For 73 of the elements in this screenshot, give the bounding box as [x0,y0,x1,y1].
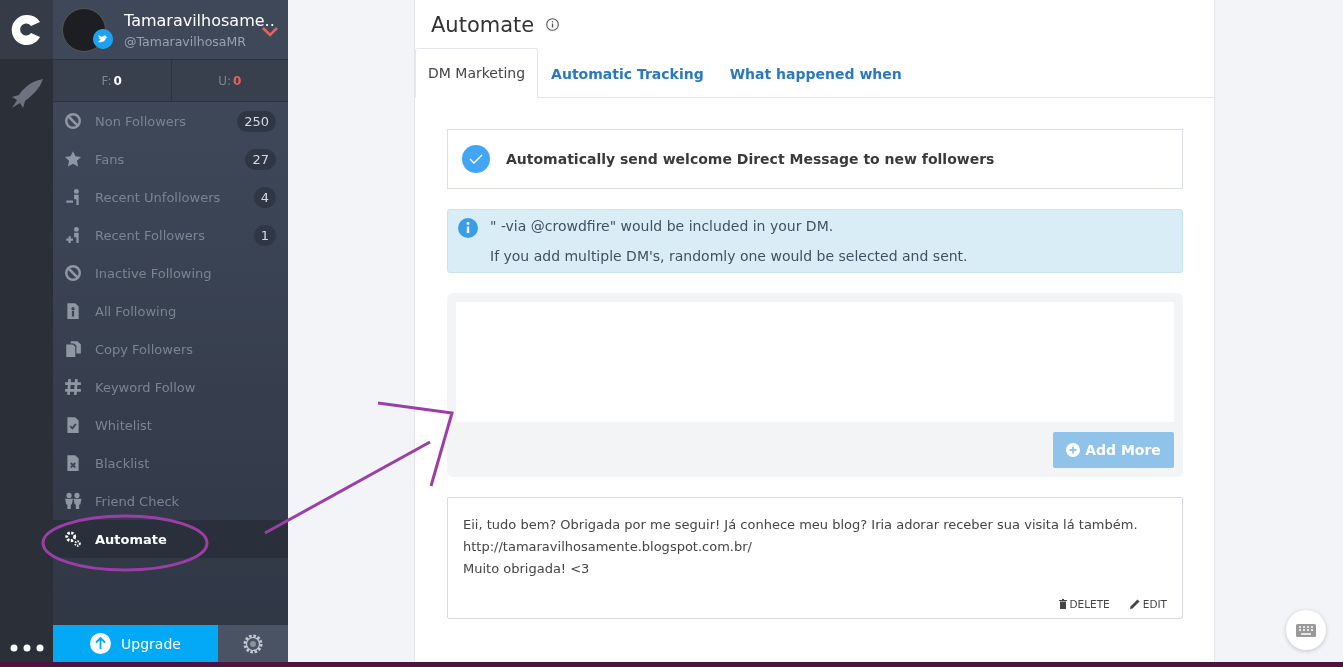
sidebar-item-label: Friend Check [95,493,181,509]
tab[interactable]: Automatic Tracking [538,48,717,98]
sidebar-item-label: All Following [95,303,178,319]
sidebar-item[interactable]: Recent Followers 1 [53,216,288,254]
sidebar-item-label: Inactive Following [95,265,213,281]
star-icon [64,150,82,168]
info-text: If you add multiple DM's, randomly one would be selected and sent. [490,248,969,264]
stat-value: 0 [233,73,242,88]
sidebar-item[interactable]: All Following [53,292,288,330]
info-icon [458,218,478,238]
page-title: Automate [431,12,535,37]
sidebar-item-label: Recent Unfollowers [95,189,222,205]
keyboard-icon [1296,623,1316,637]
sidebar-item[interactable]: Friend Check [53,482,288,520]
sidebar-item-label: Automate [95,531,168,547]
ban-icon [64,264,82,282]
rocket-icon[interactable] [9,79,44,109]
tab[interactable]: DM Marketing [415,48,539,98]
person-plus-icon [64,226,82,244]
arrow-up-icon [90,633,112,654]
stat-value: 0 [113,73,122,88]
message-text: Eii, tudo bem? Obrigada por me seguir! Já conhece meu blog? Iria adorar receber sua visita lá também. http://tamaravilhosamente.blogspot.com.br/ Muito obrigada! <3 [463,516,1139,578]
sidebar-item[interactable]: Copy Followers [53,330,288,368]
ban-icon [64,112,82,130]
chevron-down-icon[interactable] [262,27,278,37]
sidebar-item-label: Whitelist [95,417,153,433]
sidebar-item-label: Copy Followers [95,341,194,357]
count-badge: 250 [237,110,276,132]
checkbox-label: Automatically send welcome Direct Message to new followers [506,151,995,167]
sidebar-item[interactable]: Keyword Follow [53,368,288,406]
two-people-icon [64,492,82,510]
check-icon [469,154,483,164]
hash-icon [64,378,82,396]
settings-button[interactable] [218,625,288,662]
sidebar-item-label: Non Followers [95,113,187,129]
settings-icon [242,632,264,655]
delete-button[interactable]: DELETE [1058,598,1110,610]
stat-label: F: [101,73,112,88]
documents-icon [64,340,82,358]
sidebar-item[interactable]: Inactive Following [53,254,288,292]
avatar [62,7,106,52]
more-icon[interactable] [9,644,44,652]
bird-icon [93,29,113,49]
sidebar-item[interactable]: Automate [53,520,288,558]
info-icon[interactable] [546,18,560,31]
edit-button[interactable]: EDIT [1129,598,1167,610]
sidebar-item[interactable]: Fans 27 [53,140,288,178]
sidebar-item[interactable]: Blacklist [53,444,288,482]
sidebar-item[interactable]: Whitelist [53,406,288,444]
checkbox[interactable] [462,145,490,173]
profile-handle: @TamaravilhosaMR [124,33,247,49]
trash-icon [1058,599,1067,609]
person-minus-icon [64,188,82,206]
sidebar-item-label: Blacklist [95,455,151,471]
count-badge: 1 [253,224,276,246]
profile-name: Tamaravilhosame.. [124,10,275,30]
gears-icon [64,530,82,548]
count-badge: 27 [245,148,276,170]
info-text: " -via @crowdfire" would be included in your DM. [490,218,835,236]
sidebar-item-label: Recent Followers [95,227,206,243]
document-x-icon [64,454,82,472]
sidebar-item-label: Keyword Follow [95,379,197,395]
upgrade-button[interactable]: Upgrade [53,625,218,662]
plus-circle-icon [1066,443,1081,457]
document-check-icon [64,416,82,434]
sidebar-item-label: Fans [95,151,126,167]
tab[interactable]: What happened when [716,48,915,98]
stat-label: U: [218,73,231,88]
pencil-icon [1129,599,1140,609]
person-document-icon [64,302,82,320]
sidebar-item[interactable]: Non Followers 250 [53,102,288,140]
sidebar-item[interactable]: Recent Unfollowers 4 [53,178,288,216]
count-badge: 4 [253,186,276,208]
